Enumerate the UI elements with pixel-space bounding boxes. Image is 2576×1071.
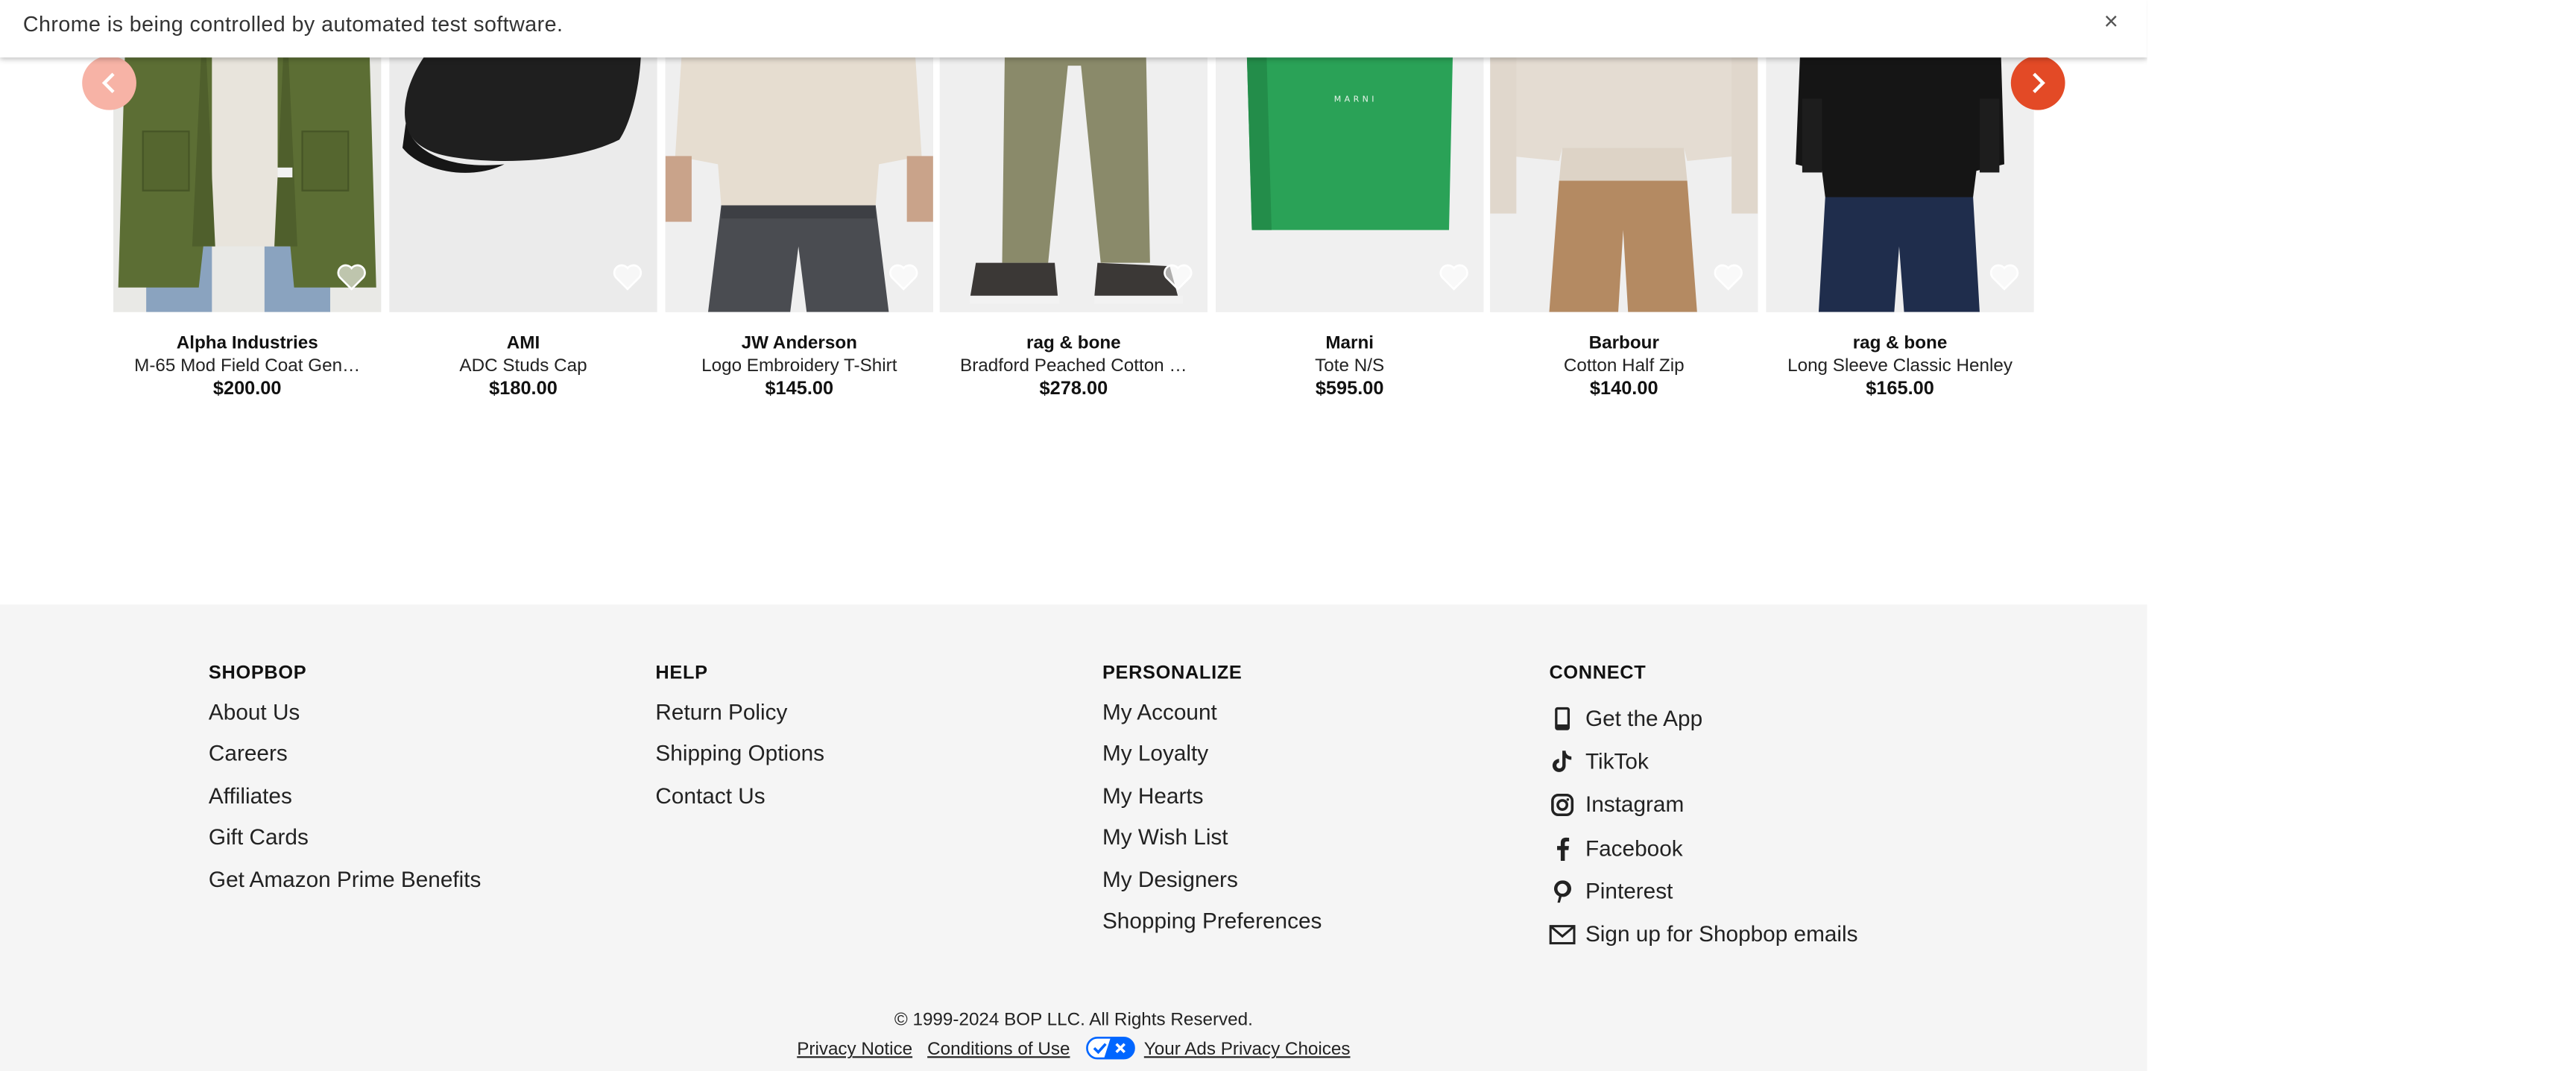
product-price: $200.00 bbox=[212, 379, 282, 399]
product-brand[interactable]: JW Anderson bbox=[666, 333, 933, 353]
product-price: $180.00 bbox=[489, 379, 558, 399]
heart-icon[interactable] bbox=[888, 263, 918, 291]
footer-link-facebook[interactable]: Facebook bbox=[1549, 826, 1857, 869]
product-name[interactable]: Long Sleeve Classic Henley bbox=[1778, 356, 2022, 376]
footer-link-prime-benefits[interactable]: Get Amazon Prime Benefits bbox=[209, 863, 482, 905]
mail-icon bbox=[1549, 921, 1576, 947]
heart-icon[interactable] bbox=[613, 263, 643, 291]
product-name[interactable]: M-65 Mod Field Coat Gen… bbox=[125, 356, 370, 376]
footer-link-return-policy[interactable]: Return Policy bbox=[655, 697, 824, 739]
footer-link-my-hearts[interactable]: My Hearts bbox=[1102, 780, 1322, 821]
footer-heading: PERSONALIZE bbox=[1102, 663, 1243, 683]
pinterest-icon bbox=[1549, 878, 1575, 904]
footer-link-instagram[interactable]: Instagram bbox=[1549, 783, 1857, 826]
footer-link-careers[interactable]: Careers bbox=[209, 739, 482, 780]
heart-icon[interactable] bbox=[1164, 263, 1193, 291]
chevron-right-icon bbox=[2033, 72, 2045, 93]
connect-link-label: TikTok bbox=[1585, 748, 1649, 774]
instagram-icon bbox=[1549, 792, 1575, 818]
phone-icon bbox=[1549, 705, 1575, 731]
connect-link-label: Pinterest bbox=[1585, 878, 1673, 903]
ads-privacy-choices-link[interactable]: Your Ads Privacy Choices bbox=[1144, 1040, 1351, 1060]
product-card[interactable]: ♥ AMI ADC Studs Cap $180.00 bbox=[389, 0, 657, 411]
carousel-prev-button[interactable] bbox=[82, 55, 136, 110]
product-price: $145.00 bbox=[765, 379, 834, 399]
product-card[interactable]: JW Anderson Logo Embroidery T-Shirt $145… bbox=[665, 0, 933, 411]
heart-icon[interactable] bbox=[1989, 263, 2019, 291]
footer-link-my-account[interactable]: My Account bbox=[1102, 697, 1322, 739]
heart-icon[interactable] bbox=[1439, 263, 1469, 291]
footer-link-affiliates[interactable]: Affiliates bbox=[209, 780, 482, 821]
privacy-notice-link[interactable]: Privacy Notice bbox=[797, 1040, 912, 1060]
footer-link-pinterest[interactable]: Pinterest bbox=[1549, 869, 1857, 912]
product-brand[interactable]: rag & bone bbox=[1766, 333, 2033, 353]
footer-link-my-designers[interactable]: My Designers bbox=[1102, 863, 1322, 905]
carousel-next-button[interactable] bbox=[2010, 55, 2065, 110]
product-price: $140.00 bbox=[1589, 379, 1658, 399]
product-name[interactable]: ADC Studs Cap bbox=[401, 356, 645, 376]
automation-infobar: Chrome is being controlled by automated … bbox=[0, 0, 2147, 58]
product-name[interactable]: Bradford Peached Cotton … bbox=[951, 356, 1196, 376]
facebook-icon bbox=[1549, 835, 1575, 861]
connect-link-label: Get the App bbox=[1585, 705, 1703, 731]
product-carousel: Alpha Industries M-65 Mod Field Coat Gen… bbox=[0, 0, 2147, 427]
footer-heading: CONNECT bbox=[1549, 663, 1647, 683]
infobar-message: Chrome is being controlled by automated … bbox=[22, 11, 564, 37]
footer-heading: SHOPBOP bbox=[208, 663, 307, 683]
product-price: $595.00 bbox=[1315, 379, 1384, 399]
connect-link-label: Facebook bbox=[1585, 835, 1683, 860]
product-price: $165.00 bbox=[1866, 379, 1934, 399]
footer-link-email-signup[interactable]: Sign up for Shopbop emails bbox=[1549, 912, 1858, 955]
footer-column-shopbop: SHOPBOP About Us Careers Affiliates Gift… bbox=[209, 663, 482, 905]
footer-link-get-the-app[interactable]: Get the App bbox=[1549, 697, 1857, 740]
product-brand[interactable]: Barbour bbox=[1490, 333, 1758, 353]
close-icon[interactable]: × bbox=[2096, 8, 2126, 38]
privacy-choices-icon[interactable] bbox=[1086, 1037, 1136, 1064]
product-name[interactable]: Logo Embroidery T-Shirt bbox=[677, 356, 921, 376]
connect-link-label: Instagram bbox=[1585, 792, 1685, 817]
footer-column-help: HELP Return Policy Shipping Options Cont… bbox=[655, 663, 824, 821]
product-brand[interactable]: AMI bbox=[389, 333, 657, 353]
footer-link-my-loyalty[interactable]: My Loyalty bbox=[1102, 739, 1322, 780]
product-brand[interactable]: rag & bone bbox=[940, 333, 1208, 353]
product-card[interactable]: Alpha Industries M-65 Mod Field Coat Gen… bbox=[113, 0, 382, 411]
heart-icon[interactable] bbox=[1714, 263, 1743, 291]
chevron-left-icon bbox=[101, 72, 115, 93]
product-brand[interactable]: Marni bbox=[1216, 333, 1483, 353]
product-card[interactable]: rag & bone Long Sleeve Classic Henley $1… bbox=[1766, 0, 2034, 411]
connect-link-label: Sign up for Shopbop emails bbox=[1585, 921, 1858, 947]
product-card[interactable]: rag & bone Bradford Peached Cotton … $27… bbox=[939, 0, 1208, 411]
tiktok-icon bbox=[1549, 748, 1575, 774]
conditions-of-use-link[interactable]: Conditions of Use bbox=[927, 1040, 1070, 1060]
footer-link-about-us[interactable]: About Us bbox=[209, 697, 482, 739]
footer-column-connect: CONNECT Get the App TikTok Instagram Fac… bbox=[1549, 663, 1857, 955]
legal-links: Privacy Notice Conditions of Use Your Ad… bbox=[0, 1037, 2147, 1064]
footer-link-contact-us[interactable]: Contact Us bbox=[655, 780, 824, 821]
product-card[interactable]: MARNI Marni Tote N/S $595.00 bbox=[1216, 0, 1484, 411]
product-price: $278.00 bbox=[1039, 379, 1108, 399]
footer-heading: HELP bbox=[655, 663, 708, 683]
footer-link-shopping-preferences[interactable]: Shopping Preferences bbox=[1102, 905, 1322, 947]
product-brand[interactable]: Alpha Industries bbox=[113, 333, 381, 353]
footer-link-tiktok[interactable]: TikTok bbox=[1549, 739, 1857, 783]
svg-text:MARNI: MARNI bbox=[1334, 95, 1377, 104]
site-footer: SHOPBOP About Us Careers Affiliates Gift… bbox=[0, 604, 2147, 1071]
product-card[interactable]: Barbour Cotton Half Zip $140.00 bbox=[1490, 0, 1758, 411]
copyright-text: © 1999-2024 BOP LLC. All Rights Reserved… bbox=[894, 1010, 1253, 1030]
footer-link-shipping-options[interactable]: Shipping Options bbox=[655, 739, 824, 780]
product-name[interactable]: Tote N/S bbox=[1227, 356, 1471, 376]
footer-link-gift-cards[interactable]: Gift Cards bbox=[209, 821, 482, 863]
product-name[interactable]: Cotton Half Zip bbox=[1502, 356, 1746, 376]
footer-link-my-wish-list[interactable]: My Wish List bbox=[1102, 821, 1322, 863]
heart-icon[interactable] bbox=[337, 263, 367, 291]
footer-column-personalize: PERSONALIZE My Account My Loyalty My Hea… bbox=[1102, 663, 1322, 947]
